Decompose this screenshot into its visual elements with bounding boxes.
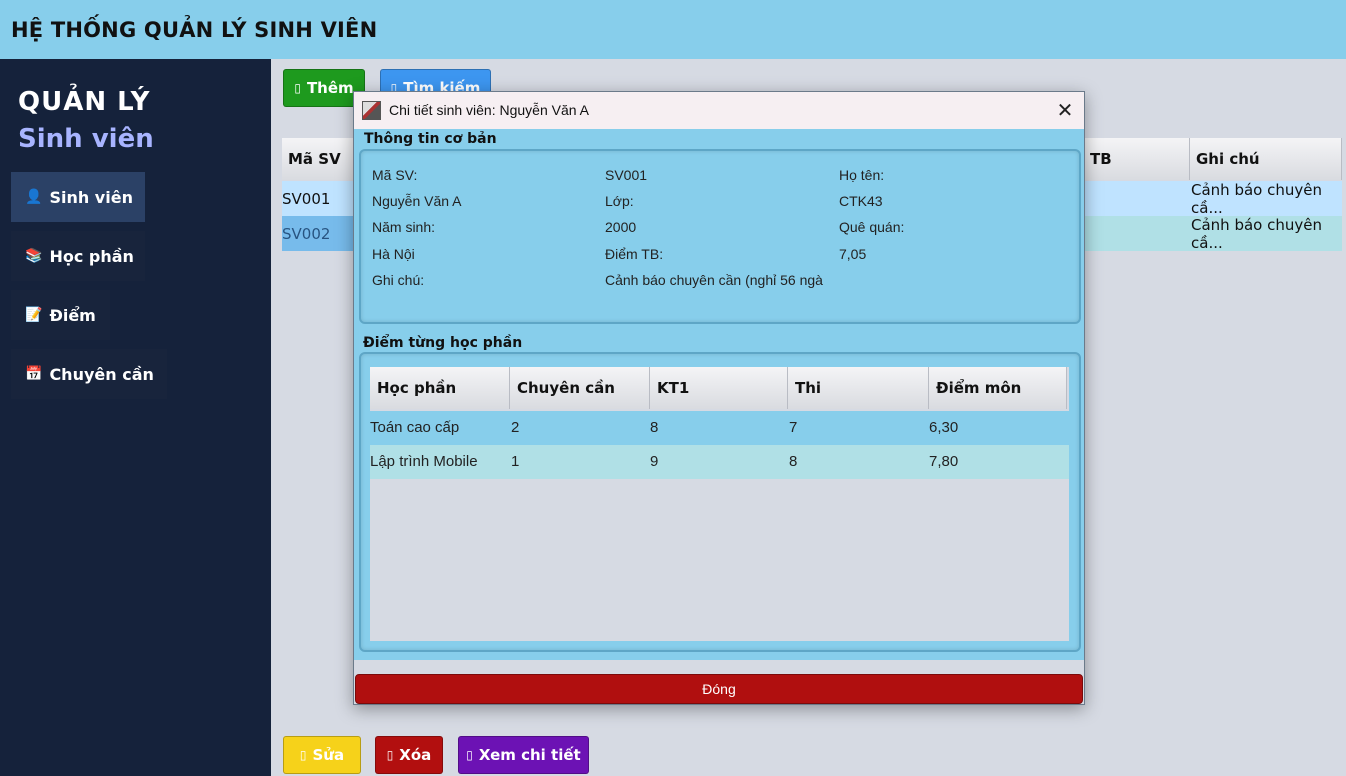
close-dialog-button[interactable]: Đóng (355, 674, 1083, 704)
brand-subtitle: Sinh viên (18, 124, 154, 154)
grades-table: Học phần Chuyên cần KT1 Thi Điểm môn Toá… (370, 367, 1069, 641)
books-icon: 📚 (25, 248, 43, 264)
delete-button-label: Xóa (399, 746, 432, 764)
delete-icon: ▯ (386, 748, 394, 762)
label-hometown: Quê quán: (839, 219, 905, 235)
value-full-name: Nguyễn Văn A (372, 193, 462, 209)
column-header-kt1[interactable]: KT1 (650, 367, 788, 409)
column-header-course[interactable]: Học phần (370, 367, 510, 409)
view-detail-button[interactable]: ▯ Xem chi tiết (458, 736, 589, 774)
row-selection-highlight (282, 216, 354, 251)
label-note: Ghi chú: (372, 272, 425, 288)
sidebar-item-label: Sinh viên (49, 187, 133, 207)
app-header: HỆ THỐNG QUẢN LÝ SINH VIÊN (0, 0, 1346, 59)
app-icon (362, 101, 381, 120)
memo-icon: 📝 (25, 307, 43, 323)
sidebar: QUẢN LÝ Sinh viên 👤 Sinh viên 📚 Học phần… (0, 59, 271, 776)
column-header-course-score[interactable]: Điểm môn (929, 367, 1067, 409)
value-hometown: Hà Nội (372, 246, 415, 262)
value-gpa: 7,05 (839, 246, 867, 262)
value-note: Cảnh báo chuyên cần (nghỉ 56 ngà (605, 272, 823, 288)
label-student-id: Mã SV: (372, 167, 418, 183)
sidebar-item-label: Chuyên cần (49, 364, 154, 384)
calendar-icon: 📅 (25, 366, 43, 382)
column-header-attendance[interactable]: Chuyên cần (510, 367, 650, 409)
add-button-label: Thêm (306, 79, 354, 97)
add-icon: ▯ (294, 81, 301, 95)
column-header-id[interactable]: Mã SV (282, 138, 354, 180)
cell-kt1: 9 (650, 453, 659, 470)
column-header-exam[interactable]: Thi (788, 367, 929, 409)
person-icon: 👤 (25, 189, 43, 205)
grades-section-label: Điểm từng học phần (363, 335, 523, 351)
value-class: CTK43 (839, 193, 883, 209)
student-detail-dialog: Chi tiết sinh viên: Nguyễn Văn A ✕ Thông… (353, 91, 1085, 705)
label-birth-year: Năm sinh: (372, 219, 436, 235)
basic-info-panel (359, 149, 1081, 324)
sidebar-item-label: Học phần (49, 246, 134, 266)
table-row[interactable]: Toán cao cấp 2 8 7 6,30 (370, 411, 1069, 445)
cell-exam: 7 (789, 419, 798, 436)
sidebar-item-students[interactable]: 👤 Sinh viên (11, 172, 145, 222)
sidebar-item-attendance[interactable]: 📅 Chuyên cần (11, 349, 167, 399)
label-class: Lớp: (605, 193, 634, 209)
cell-course: Toán cao cấp (370, 419, 460, 436)
cell-attendance: 2 (511, 419, 520, 436)
close-icon[interactable]: ✕ (1054, 98, 1076, 122)
table-row[interactable]: Lập trình Mobile 1 9 8 7,80 (370, 445, 1069, 479)
column-header-tb[interactable]: TB (1084, 138, 1190, 180)
dialog-title: Chi tiết sinh viên: Nguyễn Văn A (389, 102, 590, 118)
cell-kt1: 8 (650, 419, 659, 436)
sidebar-item-label: Điểm (49, 305, 96, 325)
detail-icon: ▯ (466, 748, 473, 762)
sidebar-item-courses[interactable]: 📚 Học phần (11, 231, 145, 281)
column-header-note[interactable]: Ghi chú (1190, 138, 1342, 180)
app-title: HỆ THỐNG QUẢN LÝ SINH VIÊN (11, 18, 378, 42)
cell-course: Lập trình Mobile (370, 453, 478, 470)
cell-course-score: 6,30 (929, 419, 959, 436)
sidebar-item-grades[interactable]: 📝 Điểm (11, 290, 110, 340)
delete-button[interactable]: ▯ Xóa (375, 736, 443, 774)
cell-course-score: 7,80 (929, 453, 959, 470)
edit-button-label: Sửa (312, 746, 345, 764)
brand-title: QUẢN LÝ (18, 87, 151, 117)
view-detail-button-label: Xem chi tiết (478, 746, 581, 764)
cell-id: SV001 (282, 189, 331, 208)
cell-attendance: 1 (511, 453, 520, 470)
edit-icon: ▯ (299, 748, 307, 762)
basic-info-section-label: Thông tin cơ bản (364, 131, 497, 147)
cell-note: Cảnh báo chuyên cầ... (1191, 215, 1322, 252)
label-gpa: Điểm TB: (605, 246, 664, 262)
label-full-name: Họ tên: (839, 167, 885, 183)
edit-button[interactable]: ▯ Sửa (283, 736, 361, 774)
value-student-id: SV001 (605, 167, 648, 183)
cell-note: Cảnh báo chuyên cầ... (1191, 180, 1322, 217)
cell-exam: 8 (789, 453, 798, 470)
dialog-titlebar[interactable]: Chi tiết sinh viên: Nguyễn Văn A ✕ (354, 92, 1084, 129)
value-birth-year: 2000 (605, 219, 637, 235)
